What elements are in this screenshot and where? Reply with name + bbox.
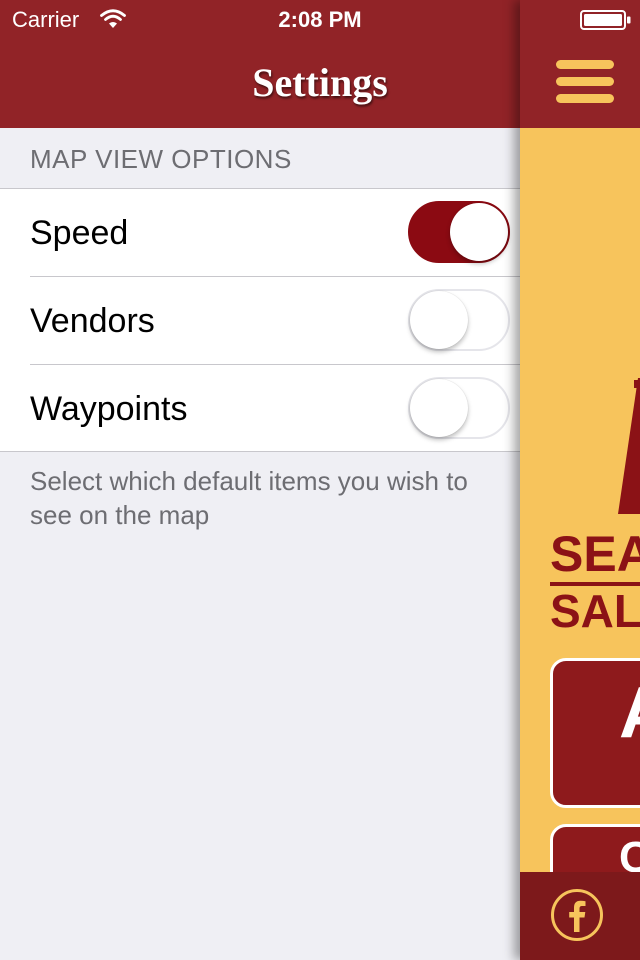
status-time: 2:08 PM — [278, 7, 362, 32]
facebook-icon[interactable] — [550, 888, 604, 942]
bottom-bar — [520, 872, 640, 960]
card-label: A — [619, 673, 640, 753]
row-label: Vendors — [30, 302, 155, 340]
logo-graphic — [618, 378, 640, 514]
menu-card-button[interactable]: A — [550, 658, 640, 808]
section-footer: Select which default items you wish to s… — [30, 466, 468, 530]
speed-toggle[interactable] — [408, 201, 510, 263]
row-label: Speed — [30, 214, 129, 252]
settings-panel: Carrier MAP VIEW OPTIONS Speed Vendors W… — [0, 0, 520, 960]
page-title-text: Settings — [252, 60, 388, 105]
settings-row-waypoints: Waypoints — [0, 365, 520, 453]
toggle-knob — [450, 203, 508, 261]
logo-text-bottom: SAL — [550, 585, 640, 637]
logo-text-top: SEA — [550, 526, 640, 582]
waypoints-toggle[interactable] — [408, 377, 510, 439]
page-title: Settings — [0, 58, 640, 108]
vendors-toggle[interactable] — [408, 289, 510, 351]
section-header: MAP VIEW OPTIONS — [30, 144, 292, 174]
settings-row-speed: Speed — [0, 189, 520, 277]
row-label: Waypoints — [30, 390, 188, 428]
settings-row-vendors: Vendors — [0, 277, 520, 365]
toggle-knob — [410, 291, 468, 349]
main-panel[interactable]: SEA SAL A C — [520, 0, 640, 960]
toggle-knob — [410, 379, 468, 437]
settings-table: Speed Vendors Waypoints — [0, 188, 520, 452]
